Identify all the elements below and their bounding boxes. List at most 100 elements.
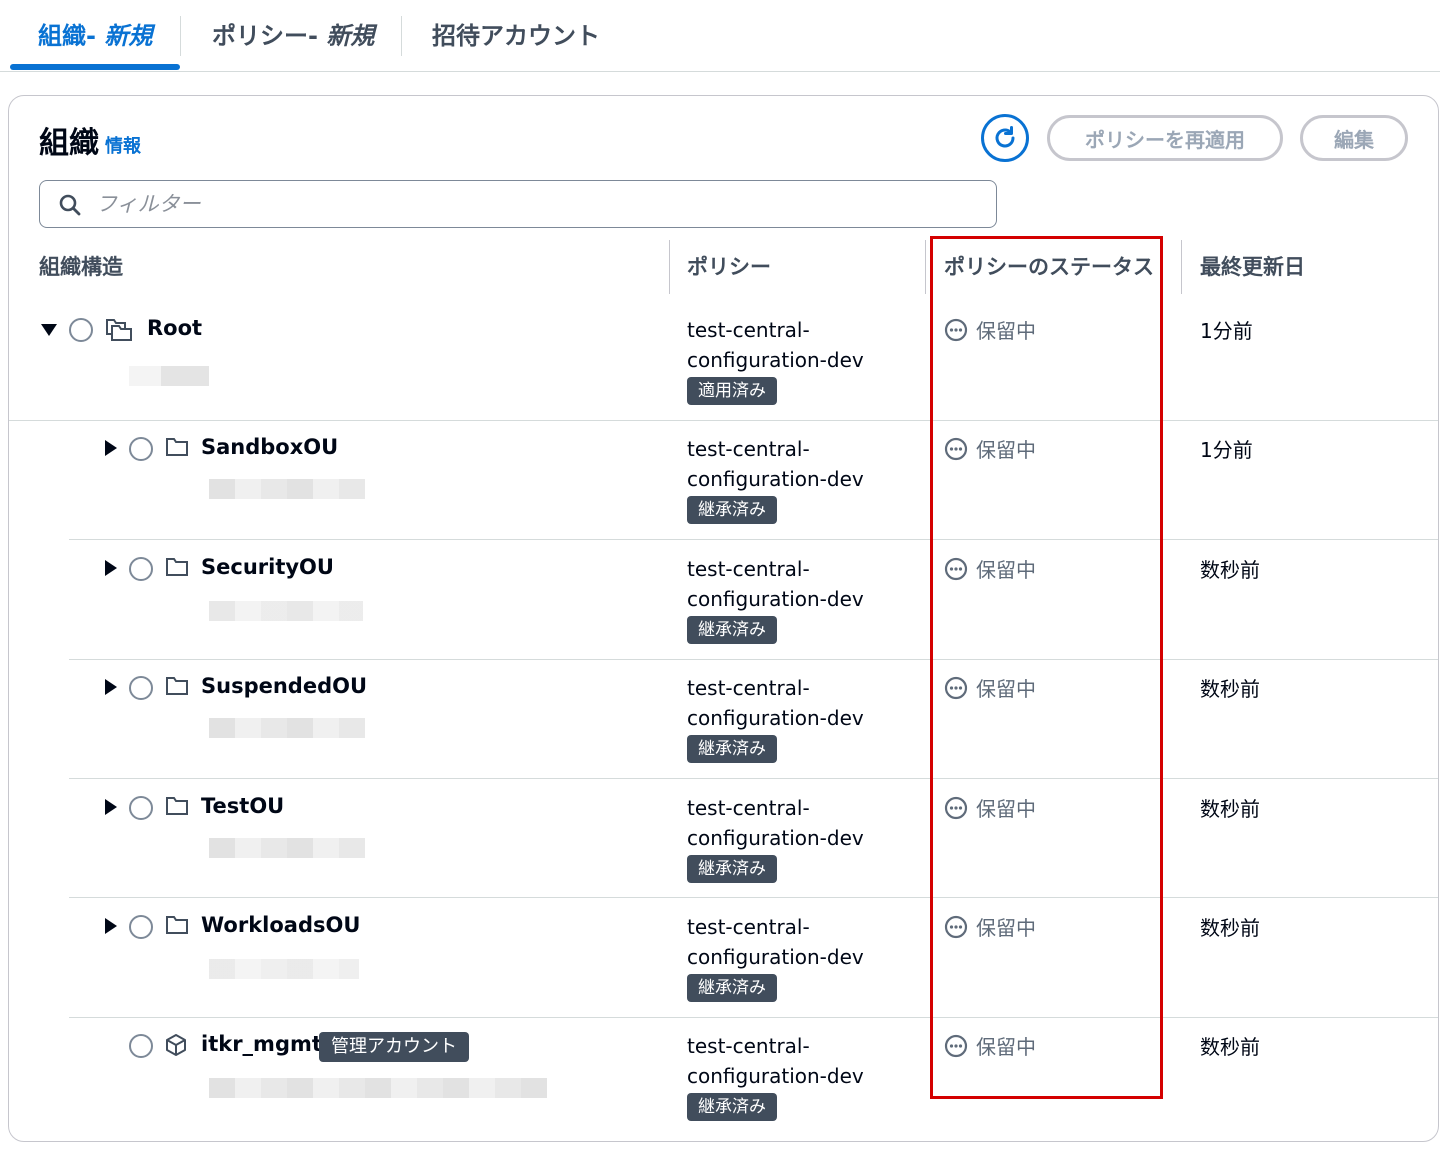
tab-invited-accounts[interactable]: 招待アカウント (432, 18, 600, 54)
management-account-badge: 管理アカウント (319, 1032, 469, 1062)
row-radio[interactable] (129, 676, 153, 700)
tab-new-label: 新規 (326, 22, 375, 50)
panel-title: 組織 (39, 126, 99, 161)
redacted-id (129, 366, 209, 386)
policy-name-line: test-central- (687, 796, 810, 820)
last-updated: 数秒前 (1200, 797, 1260, 821)
inherited-tag: 継承済み (687, 974, 777, 1002)
status-text: 保留中 (976, 558, 1036, 582)
policy-name-line: test-central- (687, 676, 810, 700)
column-separator (925, 240, 926, 294)
column-header-status: ポリシーのステータス (944, 255, 1154, 279)
policy-name-line: test-central- (687, 318, 810, 342)
policy-status: 保留中 (944, 793, 1036, 822)
folder-icon (166, 677, 188, 695)
policy-name-line: configuration-dev (687, 467, 864, 491)
folder-icon (166, 916, 188, 934)
refresh-icon (995, 126, 1015, 148)
policy-name-line: configuration-dev (687, 826, 864, 850)
tab-divider (401, 16, 402, 56)
info-link[interactable]: 情報 (105, 132, 141, 158)
policy-name[interactable]: test-central- configuration-dev (687, 912, 917, 972)
table-row: Root test-central- configuration-dev 適用済… (9, 302, 1438, 422)
pending-icon (944, 437, 968, 460)
policy-status: 保留中 (944, 434, 1036, 463)
policy-name-line: configuration-dev (687, 706, 864, 730)
node-name: SuspendedOU (201, 674, 368, 698)
table-row: SuspendedOU test-central- configuration-… (9, 660, 1438, 780)
policy-status: 保留中 (944, 1031, 1036, 1060)
node-name: Root (147, 316, 203, 340)
table-row: SandboxOU test-central- configuration-de… (9, 421, 1438, 541)
filter-input[interactable] (96, 187, 976, 221)
policy-name[interactable]: test-central- configuration-dev (687, 315, 917, 375)
tab-organization-new[interactable]: 組織- 新規 (38, 18, 152, 54)
pending-icon (944, 915, 968, 938)
policy-name-line: configuration-dev (687, 587, 864, 611)
pending-icon (944, 557, 968, 580)
policy-name-line: test-central- (687, 1034, 810, 1058)
caret-right-icon[interactable] (105, 918, 117, 934)
node-name: TestOU (201, 794, 285, 818)
pending-icon (944, 318, 968, 341)
status-text: 保留中 (976, 319, 1036, 343)
row-radio[interactable] (129, 915, 153, 939)
last-updated: 数秒前 (1200, 677, 1260, 701)
caret-down-icon[interactable] (41, 324, 57, 336)
last-updated: 1分前 (1200, 438, 1253, 462)
reapply-policy-button[interactable]: ポリシーを再適用 (1047, 115, 1283, 161)
policy-status: 保留中 (944, 673, 1036, 702)
row-radio[interactable] (129, 796, 153, 820)
caret-right-icon[interactable] (105, 440, 117, 456)
policy-name-line: configuration-dev (687, 348, 864, 372)
row-divider (69, 539, 1438, 540)
redacted-id (209, 1078, 547, 1098)
row-divider (69, 778, 1438, 779)
policy-name[interactable]: test-central- configuration-dev (687, 434, 917, 494)
filter-box (39, 180, 997, 228)
row-radio[interactable] (129, 1034, 153, 1058)
status-text: 保留中 (976, 797, 1036, 821)
caret-right-icon[interactable] (105, 679, 117, 695)
caret-right-icon[interactable] (105, 560, 117, 576)
column-header-policy: ポリシー (687, 255, 771, 279)
edit-button[interactable]: 編集 (1300, 115, 1408, 161)
policy-name[interactable]: test-central- configuration-dev (687, 673, 917, 733)
policy-name[interactable]: test-central- configuration-dev (687, 554, 917, 614)
column-separator (1181, 240, 1182, 294)
active-tab-indicator (10, 64, 180, 70)
policy-status: 保留中 (944, 554, 1036, 583)
policy-name[interactable]: test-central- configuration-dev (687, 1031, 917, 1091)
table-row: SecurityOU test-central- configuration-d… (9, 541, 1438, 661)
policy-status: 保留中 (944, 912, 1036, 941)
search-icon (59, 194, 81, 216)
policy-name[interactable]: test-central- configuration-dev (687, 793, 917, 853)
pending-icon (944, 1034, 968, 1057)
last-updated: 数秒前 (1200, 558, 1260, 582)
status-text: 保留中 (976, 916, 1036, 940)
organization-panel: 組織 情報 ポリシーを再適用 編集 組織構造 ポリシー ポリシーのステータス 最… (8, 95, 1439, 1142)
row-radio[interactable] (129, 437, 153, 461)
status-text: 保留中 (976, 1035, 1036, 1059)
redacted-id (209, 601, 363, 621)
refresh-button[interactable] (981, 114, 1029, 162)
pending-icon (944, 676, 968, 699)
node-name: WorkloadsOU (201, 913, 361, 937)
tab-policy-new[interactable]: ポリシー- 新規 (212, 18, 374, 54)
account-cube-icon (166, 1034, 186, 1056)
inherited-tag: 継承済み (687, 735, 777, 763)
caret-right-icon[interactable] (105, 799, 117, 815)
last-updated: 数秒前 (1200, 1035, 1260, 1059)
tab-new-label: 新規 (104, 22, 153, 50)
column-header-structure: 組織構造 (39, 255, 123, 279)
row-radio[interactable] (69, 318, 93, 342)
tab-bar: 組織- 新規 ポリシー- 新規 招待アカウント (0, 0, 1440, 72)
redacted-id (209, 959, 359, 979)
policy-name-line: configuration-dev (687, 1064, 864, 1088)
last-updated: 数秒前 (1200, 916, 1260, 940)
row-radio[interactable] (129, 557, 153, 581)
folder-icon (166, 558, 188, 576)
status-text: 保留中 (976, 677, 1036, 701)
last-updated: 1分前 (1200, 319, 1253, 343)
tab-label: 招待アカウント (432, 22, 600, 50)
